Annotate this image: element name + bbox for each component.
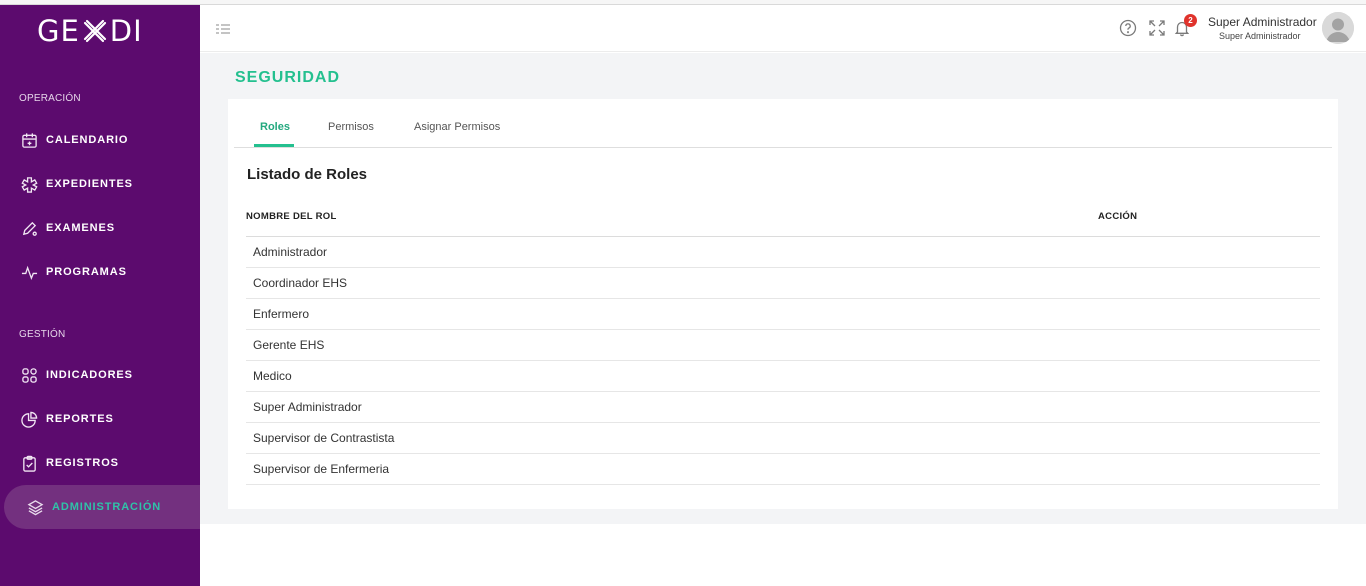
sidebar-item-reportes[interactable]: REPORTES <box>0 399 200 439</box>
tab-permisos[interactable]: Permisos <box>328 121 374 133</box>
sidebar-item-label: EXPEDIENTES <box>46 178 133 190</box>
fullscreen-icon[interactable] <box>1148 19 1166 37</box>
sidebar-item-label: PROGRAMAS <box>46 266 127 278</box>
role-name: Administrador <box>253 245 328 259</box>
top-header: 2 Super Administrador Super Administrado… <box>200 5 1366 52</box>
user-name: Super Administrador <box>1208 15 1317 29</box>
table-row[interactable]: Coordinador EHS <box>246 268 1320 299</box>
role-name: Enfermero <box>253 307 310 321</box>
sidebar-item-label: CALENDARIO <box>46 134 129 146</box>
table-row[interactable]: Supervisor de Enfermeria <box>246 454 1320 485</box>
user-avatar-icon <box>1322 12 1354 44</box>
layers-icon <box>26 498 44 516</box>
roles-list-title: Listado de Roles <box>247 166 368 183</box>
tab-roles[interactable]: Roles <box>260 121 290 133</box>
sidebar-item-administracion[interactable]: ADMINISTRACIÓN <box>4 485 200 529</box>
sidebar-item-calendario[interactable]: CALENDARIO <box>0 120 200 160</box>
table-row[interactable]: Enfermero <box>246 299 1320 330</box>
table-row[interactable]: Medico <box>246 361 1320 392</box>
roles-card: Roles Permisos Asignar Permisos Listado … <box>228 99 1338 509</box>
logo-mark-icon <box>83 19 106 43</box>
table-row[interactable]: Gerente EHS <box>246 330 1320 361</box>
pie-chart-icon <box>20 410 38 428</box>
table-row[interactable]: Super Administrador <box>246 392 1320 423</box>
role-name: Medico <box>253 369 292 383</box>
sidebar-item-registros[interactable]: REGISTROS <box>0 443 200 483</box>
sidebar-item-label: INDICADORES <box>46 369 133 381</box>
sidebar-item-label: REPORTES <box>46 413 114 425</box>
logo-text-left: GE <box>37 14 80 48</box>
sidebar-item-indicadores[interactable]: INDICADORES <box>0 355 200 395</box>
avatar[interactable] <box>1322 12 1354 44</box>
sidebar-item-label: REGISTROS <box>46 457 119 469</box>
roles-table-body: Administrador Coordinador EHS Enfermero … <box>246 237 1320 485</box>
section-operacion: OPERACIÓN <box>19 93 81 104</box>
table-row[interactable]: Administrador <box>246 237 1320 268</box>
section-gestion: GESTIÓN <box>19 329 66 340</box>
app-logo[interactable]: GE DI <box>37 14 143 48</box>
menu-toggle-icon[interactable] <box>215 22 231 36</box>
page-title: SEGURIDAD <box>235 69 341 86</box>
active-tab-indicator <box>254 144 294 147</box>
sidebar-item-expedientes[interactable]: EXPEDIENTES <box>0 164 200 204</box>
footer-area <box>200 524 1366 586</box>
logo-text-right: DI <box>109 14 143 48</box>
help-icon[interactable] <box>1119 19 1137 37</box>
grid-icon <box>20 366 38 384</box>
clipboard-icon <box>20 454 38 472</box>
notification-badge: 2 <box>1184 14 1197 27</box>
sidebar-item-label: EXAMENES <box>46 222 115 234</box>
tab-asignar-permisos[interactable]: Asignar Permisos <box>414 121 500 133</box>
column-header-nombre: NOMBRE DEL ROL <box>246 211 337 222</box>
sidebar-item-programas[interactable]: PROGRAMAS <box>0 252 200 292</box>
tab-bar: Roles Permisos Asignar Permisos <box>234 99 1332 148</box>
activity-icon <box>20 263 38 281</box>
role-name: Coordinador EHS <box>253 276 348 290</box>
sidebar-item-examenes[interactable]: EXAMENES <box>0 208 200 248</box>
role-name: Supervisor de Contrastista <box>253 431 395 445</box>
sidebar: GE DI OPERACIÓN CALENDARIO EXPEDIENTES E… <box>0 5 200 586</box>
role-name: Super Administrador <box>253 400 362 414</box>
calendar-icon <box>20 131 38 149</box>
user-role: Super Administrador <box>1219 31 1301 41</box>
sidebar-item-label: ADMINISTRACIÓN <box>52 501 162 513</box>
medical-cross-icon <box>20 175 38 193</box>
role-name: Supervisor de Enfermeria <box>253 462 390 476</box>
table-row[interactable]: Supervisor de Contrastista <box>246 423 1320 454</box>
role-name: Gerente EHS <box>253 338 325 352</box>
pen-icon <box>20 219 38 237</box>
column-header-accion: ACCIÓN <box>1098 211 1138 222</box>
